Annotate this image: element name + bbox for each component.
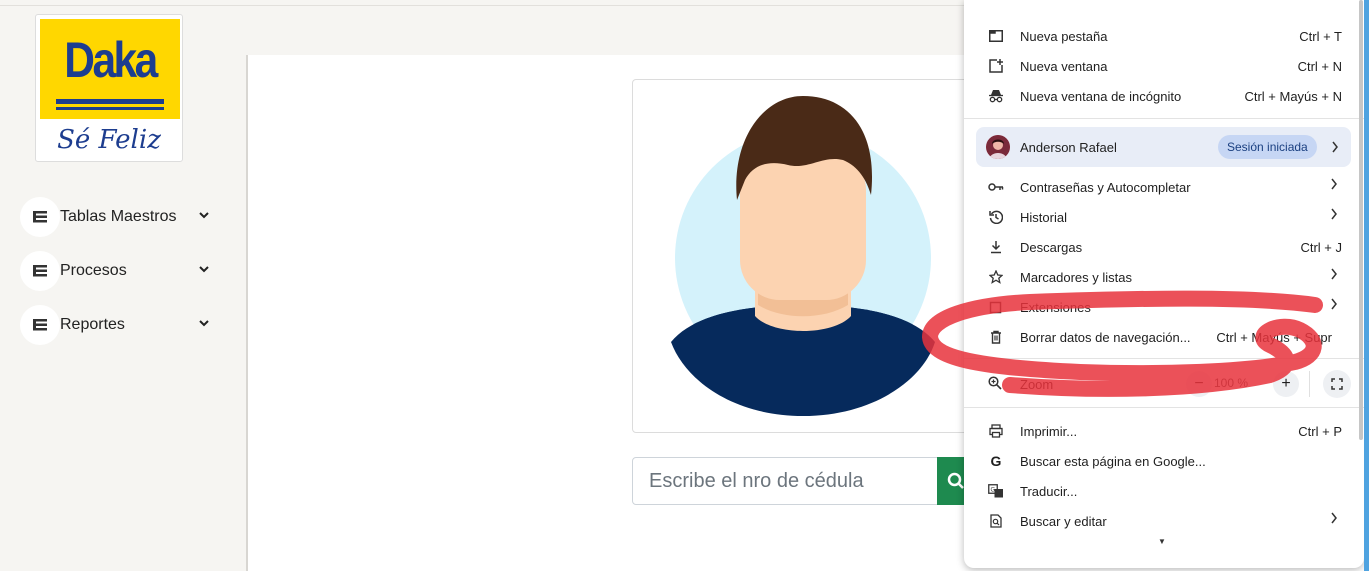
menu-item-translate[interactable]: G Traducir... bbox=[964, 476, 1352, 506]
chevron-right-icon bbox=[1331, 512, 1337, 524]
menu-separator bbox=[964, 407, 1364, 408]
logo-brand-text: Daka bbox=[64, 32, 158, 88]
list-icon bbox=[20, 305, 60, 345]
history-icon bbox=[988, 209, 1004, 225]
profile-row[interactable]: Anderson Rafael Sesión iniciada bbox=[976, 127, 1351, 167]
fullscreen-icon bbox=[1331, 378, 1343, 390]
find-icon bbox=[988, 513, 1004, 529]
menu-item-label: Nueva ventana bbox=[1020, 58, 1108, 74]
scroll-down-icon[interactable]: ▼ bbox=[1158, 537, 1166, 546]
menu-item-label: Traducir... bbox=[1020, 483, 1078, 499]
new-window-icon bbox=[988, 58, 1004, 74]
top-divider bbox=[0, 5, 970, 6]
chevron-right-icon bbox=[1331, 178, 1337, 190]
menu-item-incognito[interactable]: Nueva ventana de incógnito Ctrl + Mayús … bbox=[964, 81, 1352, 111]
shortcut-text: Ctrl + Mayús + N bbox=[1244, 88, 1342, 104]
zoom-out-button[interactable]: − bbox=[1186, 371, 1212, 397]
menu-item-label: Nueva ventana de incógnito bbox=[1020, 88, 1182, 104]
google-icon: G bbox=[990, 453, 1002, 469]
menu-item-history[interactable]: Historial bbox=[964, 202, 1352, 232]
menu-item-passwords[interactable]: Contraseñas y Autocompletar bbox=[964, 172, 1352, 202]
menu-item-label: Extensiones bbox=[1020, 299, 1091, 315]
svg-text:G: G bbox=[991, 488, 996, 494]
translate-icon: G bbox=[988, 483, 1004, 499]
menu-item-label: Marcadores y listas bbox=[1020, 269, 1132, 285]
signed-in-badge: Sesión iniciada bbox=[1218, 135, 1317, 159]
zoom-value: 100 % bbox=[1214, 376, 1249, 390]
menu-item-downloads[interactable]: Descargas Ctrl + J bbox=[964, 232, 1352, 262]
list-icon bbox=[20, 197, 60, 237]
menu-item-search-google[interactable]: G Buscar esta página en Google... bbox=[964, 446, 1352, 476]
menu-separator bbox=[964, 118, 1364, 119]
menu-item-find-edit[interactable]: Buscar y editar bbox=[964, 506, 1352, 536]
sidebar-item-reportes[interactable]: Reportes bbox=[20, 305, 220, 345]
chevron-down-icon bbox=[199, 320, 209, 327]
menu-item-print[interactable]: Imprimir... Ctrl + P bbox=[964, 416, 1352, 446]
menu-item-clear-browsing-data[interactable]: Borrar datos de navegación... Ctrl + May… bbox=[964, 322, 1352, 352]
chevron-right-icon bbox=[1331, 298, 1337, 310]
chevron-down-icon bbox=[199, 212, 209, 219]
zoom-in-button[interactable]: + bbox=[1273, 371, 1299, 397]
menu-item-label: Descargas bbox=[1020, 239, 1083, 255]
new-tab-icon bbox=[988, 28, 1004, 44]
zoom-divider bbox=[1309, 371, 1310, 397]
shortcut-text: Ctrl + P bbox=[1298, 423, 1342, 439]
shortcut-text: Ctrl + N bbox=[1297, 58, 1342, 74]
daka-logo[interactable]: Daka Sé Feliz bbox=[35, 14, 183, 162]
sidebar-item-label: Procesos bbox=[60, 262, 127, 279]
menu-item-label: Imprimir... bbox=[1020, 423, 1078, 439]
menu-item-new-tab[interactable]: Nueva pestaña Ctrl + T bbox=[964, 21, 1352, 51]
shortcut-text: Ctrl + Mayús + Supr bbox=[1216, 329, 1332, 345]
menu-separator bbox=[964, 358, 1364, 359]
window-edge bbox=[1364, 0, 1369, 571]
shortcut-text: Ctrl + T bbox=[1299, 28, 1342, 44]
chevron-right-icon bbox=[1332, 141, 1338, 153]
menu-item-label: Contraseñas y Autocompletar bbox=[1020, 179, 1191, 195]
scroll-thumb[interactable] bbox=[1359, 0, 1363, 440]
puzzle-icon bbox=[988, 299, 1004, 315]
zoom-row: Zoom − 100 % + bbox=[964, 367, 1364, 401]
sidebar-item-procesos[interactable]: Procesos bbox=[20, 251, 220, 291]
profile-name: Anderson Rafael bbox=[1020, 140, 1117, 155]
menu-item-label: Buscar y editar bbox=[1020, 513, 1107, 529]
incognito-icon bbox=[988, 88, 1004, 104]
menu-item-label: Borrar datos de navegación... bbox=[1020, 329, 1191, 345]
sidebar-item-tablas-maestros[interactable]: Tablas Maestros bbox=[20, 197, 220, 237]
download-icon bbox=[988, 239, 1004, 255]
logo-slogan: Sé Feliz bbox=[57, 125, 161, 155]
key-icon bbox=[988, 179, 1004, 195]
profile-photo-card bbox=[632, 79, 972, 433]
menu-item-label: Buscar esta página en Google... bbox=[1020, 453, 1206, 469]
menu-item-new-window[interactable]: Nueva ventana Ctrl + N bbox=[964, 51, 1352, 81]
search-icon bbox=[947, 472, 964, 489]
star-icon bbox=[988, 269, 1004, 285]
profile-avatar bbox=[986, 135, 1010, 159]
trash-icon bbox=[988, 329, 1004, 345]
menu-item-extensions[interactable]: Extensiones bbox=[964, 292, 1352, 322]
user-placeholder-avatar bbox=[671, 96, 935, 416]
zoom-icon bbox=[988, 376, 1002, 395]
logo-yellow-block: Daka bbox=[40, 19, 180, 119]
zoom-label: Zoom bbox=[1020, 377, 1054, 392]
menu-item-label: Nueva pestaña bbox=[1020, 28, 1108, 44]
menu-item-label: Historial bbox=[1020, 209, 1067, 225]
sidebar-item-label: Reportes bbox=[60, 316, 125, 333]
chevron-right-icon bbox=[1331, 268, 1337, 280]
logo-underline bbox=[56, 99, 164, 104]
fullscreen-button[interactable] bbox=[1323, 370, 1351, 398]
print-icon bbox=[988, 423, 1004, 439]
shortcut-text: Ctrl + J bbox=[1300, 239, 1342, 255]
sidebar-item-label: Tablas Maestros bbox=[60, 208, 177, 225]
chrome-main-menu: Nueva pestaña Ctrl + T Nueva ventana Ctr… bbox=[964, 0, 1364, 568]
chevron-right-icon bbox=[1331, 208, 1337, 220]
cedula-search-input[interactable] bbox=[632, 457, 938, 505]
list-icon bbox=[20, 251, 60, 291]
chevron-down-icon bbox=[199, 266, 209, 273]
logo-underline-thin bbox=[56, 107, 164, 110]
menu-item-bookmarks[interactable]: Marcadores y listas bbox=[964, 262, 1352, 292]
